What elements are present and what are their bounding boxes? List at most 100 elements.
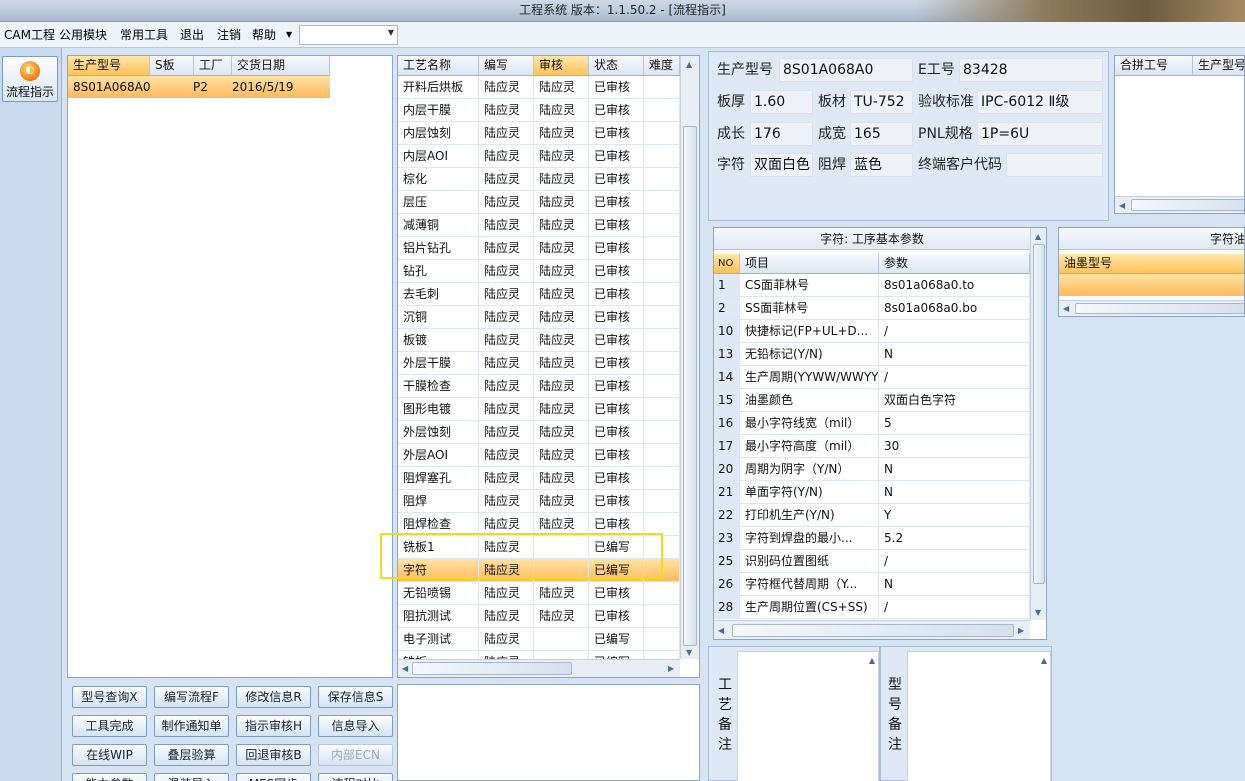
table-row[interactable]: 内层蚀刻 陆应灵 陆应灵 已审核 [398,122,680,145]
scroll-right-icon[interactable]: ▶ [668,664,674,673]
table-row[interactable]: 22 打印机生产(Y/N) Y [714,504,1030,527]
table-row[interactable]: 阻焊塞孔 陆应灵 陆应灵 已审核 [398,467,680,490]
col-s-board[interactable]: S板 [150,56,194,76]
field-soldermask[interactable]: 蓝色 [850,153,913,177]
scroll-up-icon[interactable]: ▲ [1041,656,1047,665]
write-flow-button[interactable]: 编写流程F [154,686,229,708]
table-row[interactable]: 14 生产周期(YYWW/WWYY) / [714,366,1030,389]
table-row[interactable]: 20 周期为阴字（Y/N） N [714,458,1030,481]
table-row[interactable]: 开料后烘板 陆应灵 陆应灵 已审核 [398,76,680,99]
field-standard[interactable]: IPC-6012 Ⅱ级 [977,90,1103,114]
menu-cam[interactable]: CAM工程 [4,22,55,48]
menu-tools[interactable]: 常用工具 [120,22,168,48]
stackup-check-button[interactable]: 叠层验算 [154,744,229,766]
help-dropdown-icon[interactable]: ▼ [286,22,292,48]
scroll-up-icon[interactable]: ▲ [686,60,692,69]
tool-complete-button[interactable]: 工具完成 [72,715,147,737]
capability-params-button[interactable]: 能力参数 [72,773,147,781]
col-item[interactable]: 项目 [740,254,879,274]
hscroll-thumb[interactable] [1075,303,1244,314]
chevron-down-icon[interactable]: ▼ [388,28,394,37]
process-vscroll[interactable]: ▲ ▼ [680,56,699,659]
params-vscroll[interactable]: ▲ ▼ [1030,228,1046,620]
table-row[interactable]: 内层干膜 陆应灵 陆应灵 已审核 [398,99,680,122]
scroll-down-icon[interactable]: ▼ [1035,608,1041,617]
field-eng[interactable]: 83428 [959,58,1103,82]
col-difficulty[interactable]: 难度 [644,56,680,76]
table-row[interactable]: 无铅喷锡 陆应灵 陆应灵 已审核 [398,582,680,605]
hscroll-thumb[interactable] [1131,199,1244,211]
col-no[interactable]: NO [714,254,740,274]
hscroll-thumb[interactable] [732,624,1014,637]
col-factory[interactable]: 工厂 [194,56,232,76]
table-row[interactable]: 10 快捷标记(FP+UL+D... / [714,320,1030,343]
table-row[interactable]: 25 识别码位置图纸 / [714,550,1030,573]
field-pnl[interactable]: 1P=6U [977,122,1103,146]
mes-sync-button[interactable]: MES同步 [236,773,311,781]
table-row[interactable]: 2 SS面菲林号 8s01a068a0.bo [714,297,1030,320]
online-wip-button[interactable]: 在线WIP [72,744,147,766]
model-notes-textarea[interactable]: ▲ [907,651,1051,781]
table-row[interactable]: 8S01A068A0 P2 2016/5/19 [68,76,330,98]
menu-exit[interactable]: 退出 [180,22,204,48]
field-thickness[interactable]: 1.60 [750,90,813,114]
table-row[interactable]: 外层蚀刻 陆应灵 陆应灵 已审核 [398,421,680,444]
table-row[interactable]: 铣板陆应灵 已编写 [398,651,680,659]
field-material[interactable]: TU-752 [850,90,913,114]
col-process-name[interactable]: 工艺名称 [398,56,479,76]
ink-hscroll[interactable]: ◀ [1059,300,1244,316]
col-model[interactable]: 生产型号 [68,56,150,76]
table-row[interactable]: 23 字符到焊盘的最小... 5.2 [714,527,1030,550]
internal-ecn-button[interactable]: 内部ECN [318,744,393,766]
table-row[interactable]: 铝片钻孔 陆应灵 陆应灵 已审核 [398,237,680,260]
table-row[interactable]: 17 最小字符高度（mil） 30 [714,435,1030,458]
process-notes-textarea[interactable]: ▲ [737,651,879,781]
field-character[interactable]: 双面白色 [750,153,813,177]
table-row[interactable]: 21 单面字符(Y/N) N [714,481,1030,504]
col-value[interactable]: 参数 [879,254,1030,274]
table-row[interactable]: 电子测试 陆应灵 已编写 [398,628,680,651]
table-row[interactable]: 15 油墨颜色 双面白色字符 [714,389,1030,412]
scroll-down-icon[interactable]: ▼ [686,648,692,657]
table-row[interactable]: 外层干膜 陆应灵 陆应灵 已审核 [398,352,680,375]
table-row[interactable]: 板镀 陆应灵 陆应灵 已审核 [398,329,680,352]
rollback-review-button[interactable]: 回退审核B [236,744,311,766]
table-row[interactable]: 13 无铅标记(Y/N) N [714,343,1030,366]
flow-indicator-button[interactable]: ◐ 流程指示 [2,56,58,102]
table-row[interactable]: 去毛刺 陆应灵 陆应灵 已审核 [398,283,680,306]
table-row[interactable]: 16 最小字符线宽（mil） 5 [714,412,1030,435]
make-notice-button[interactable]: 制作通知单 [154,715,229,737]
table-row[interactable]: 28 生产周期位置(CS+SS) / [714,596,1030,619]
menu-common-modules[interactable]: 公用模块 [59,22,107,48]
col-ink-type[interactable]: 油墨型号 [1059,254,1244,274]
col-reviewer[interactable]: 审核 [534,56,589,76]
scroll-left-icon[interactable]: ◀ [402,664,408,673]
table-row[interactable]: 沉铜 陆应灵 陆应灵 已审核 [398,306,680,329]
scroll-left-icon[interactable]: ◀ [1119,201,1125,210]
merge-hscroll[interactable]: ◀ [1115,196,1244,213]
review-indicator-button[interactable]: 指示审核H [236,715,311,737]
hscroll-thumb[interactable] [412,662,572,675]
field-customer-code[interactable] [1006,153,1103,177]
scroll-up-icon[interactable]: ▲ [1035,232,1041,241]
field-width[interactable]: 165 [850,122,913,146]
col-status[interactable]: 状态 [589,56,644,76]
toolbar-combo[interactable]: ▼ [299,25,398,45]
process-hscroll[interactable]: ◀ ▶ [398,659,680,677]
table-row[interactable]: 阻抗测试 陆应灵 陆应灵 已审核 [398,605,680,628]
scroll-thumb[interactable] [683,126,697,646]
menu-help[interactable]: 帮助 [252,22,276,48]
table-row[interactable]: 图形电镀 陆应灵 陆应灵 已审核 [398,398,680,421]
mixed-import-button[interactable]: 混装导入 [154,773,229,781]
table-row[interactable] [1059,274,1244,296]
col-delivery-date[interactable]: 交货日期 [232,56,330,76]
table-row[interactable]: 干膜检查 陆应灵 陆应灵 已审核 [398,375,680,398]
field-length[interactable]: 176 [750,122,813,146]
col-merge-eng[interactable]: 合拼工号 [1115,56,1193,76]
modify-info-button[interactable]: 修改信息R [236,686,311,708]
table-row[interactable]: 减薄铜 陆应灵 陆应灵 已审核 [398,214,680,237]
table-row[interactable]: 内层AOI 陆应灵 陆应灵 已审核 [398,145,680,168]
params-hscroll[interactable]: ◀ ▶ [714,620,1030,639]
table-row[interactable]: 钻孔 陆应灵 陆应灵 已审核 [398,260,680,283]
col-merge-model[interactable]: 生产型号 [1193,56,1244,76]
